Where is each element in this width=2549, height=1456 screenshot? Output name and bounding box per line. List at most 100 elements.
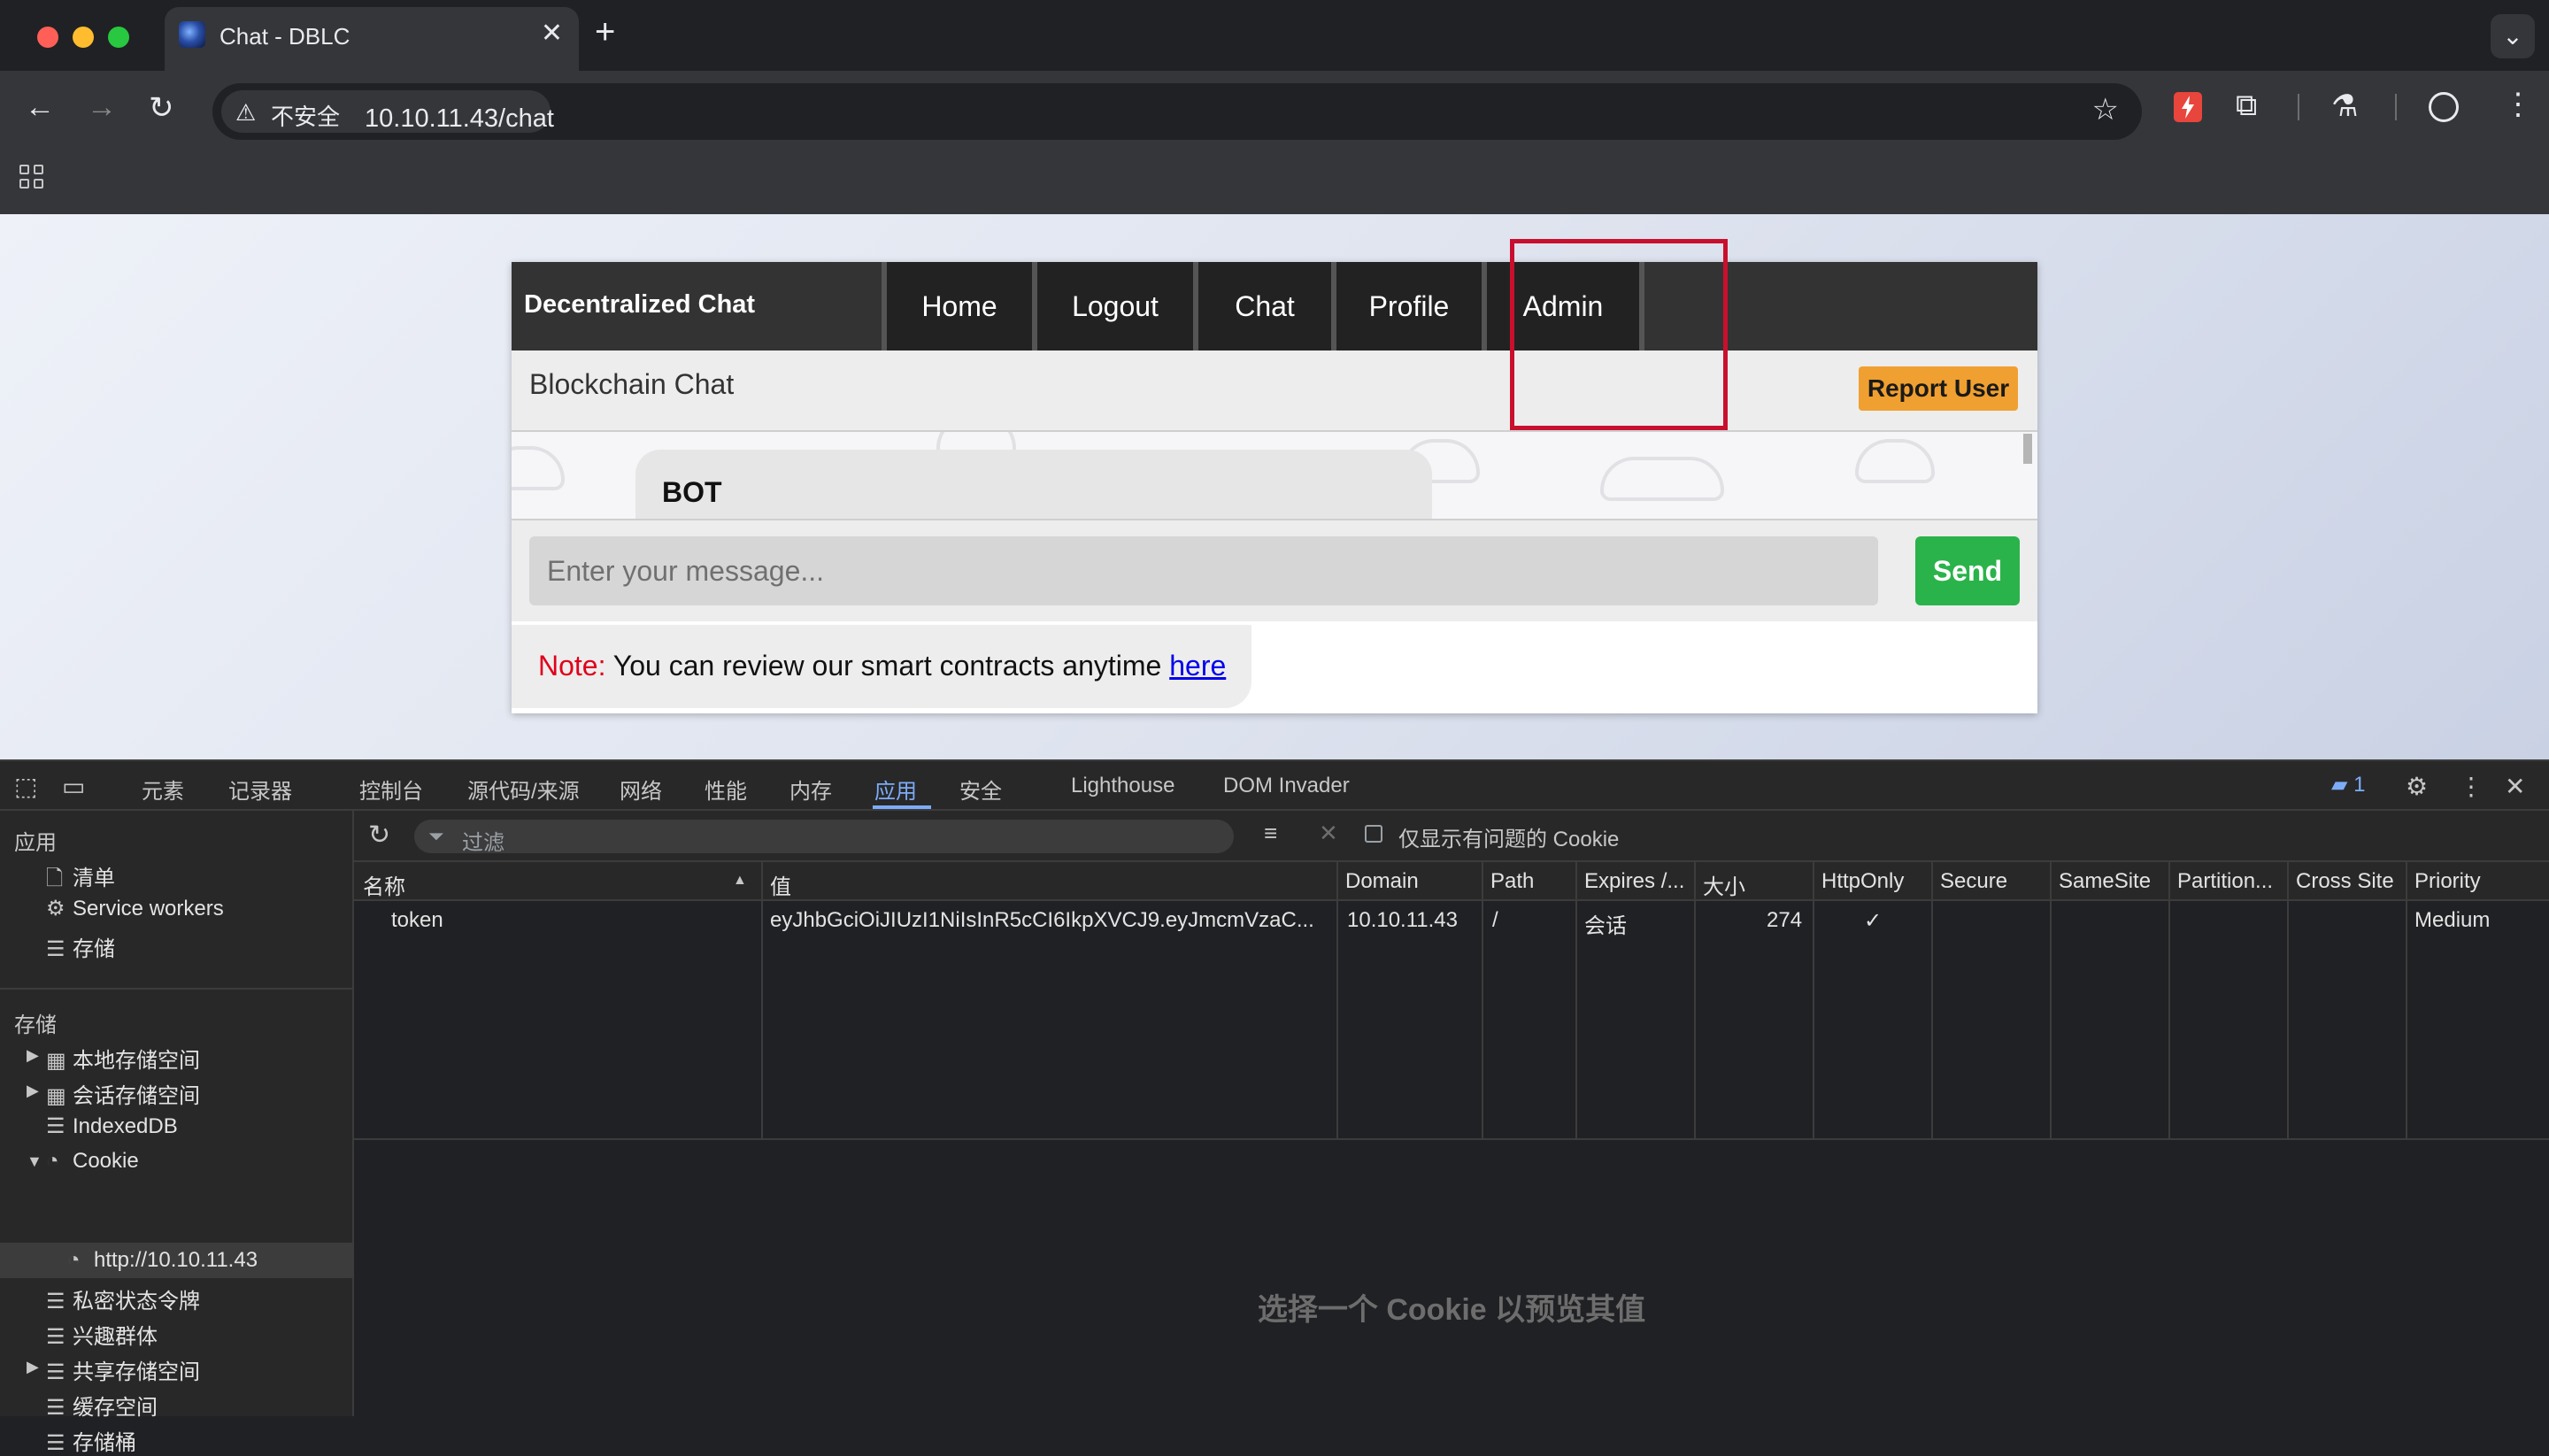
cookie-preview-message: 选择一个 Cookie 以预览其值 (1257, 1293, 1646, 1327)
expand-arrow-icon[interactable]: ▶ (27, 1358, 39, 1376)
sidebar-divider (0, 988, 352, 990)
database-icon: ☰ (46, 937, 65, 961)
nav-chat[interactable]: Chat (1198, 262, 1331, 351)
database-icon: ☰ (46, 1114, 65, 1138)
minimize-window-button[interactable] (73, 27, 94, 48)
extension-red-icon[interactable] (2174, 92, 2202, 122)
send-button[interactable]: Send (1915, 536, 2020, 605)
tab-search-button[interactable]: ⌄ (2491, 14, 2535, 58)
database-icon: ☰ (46, 1396, 65, 1420)
maximize-window-button[interactable] (108, 27, 129, 48)
tab-lighthouse[interactable]: Lighthouse (1071, 774, 1174, 798)
message-input[interactable]: Enter your message... (529, 536, 1878, 605)
sidebar-item-private-state-tokens[interactable]: ☰ 私密状态令牌 (46, 1283, 200, 1314)
tab-network[interactable]: 网络 (620, 774, 662, 805)
extensions-puzzle-icon[interactable]: ⧉ (2236, 89, 2257, 123)
labs-flask-icon[interactable]: ⚗ (2331, 89, 2358, 124)
col-expires[interactable]: Expires /... (1584, 869, 1684, 894)
refresh-icon[interactable]: ↻ (368, 820, 390, 851)
sidebar-item-service-workers[interactable]: ⚙ Service workers (46, 896, 224, 921)
tab-sources[interactable]: 源代码/来源 (467, 774, 580, 805)
apps-grid-icon[interactable] (19, 165, 48, 193)
sidebar-item-storage-overview[interactable]: ☰ 存储 (46, 931, 115, 962)
nav-home[interactable]: Home (887, 262, 1032, 351)
expand-arrow-icon[interactable]: ▶ (27, 1082, 39, 1100)
only-issues-label: 仅显示有问题的 Cookie (1398, 828, 1620, 851)
sidebar-item-cookie-origin[interactable]: ◔ http://10.10.11.43 (67, 1248, 258, 1273)
sidebar-item-shared-storage[interactable]: ☰ 共享存储空间 (46, 1354, 200, 1385)
tab-close-icon[interactable]: ✕ (541, 18, 563, 49)
cookie-expires: 会话 (1584, 914, 1627, 938)
more-menu-icon[interactable]: ⋮ (2503, 87, 2533, 122)
tab-console[interactable]: 控制台 (359, 774, 423, 805)
url-text[interactable]: 10.10.11.43/chat (365, 104, 554, 134)
col-path[interactable]: Path (1490, 869, 1534, 894)
new-tab-button[interactable]: + (595, 12, 615, 52)
message-input-row: Enter your message... Send (512, 520, 2037, 621)
delete-selected-icon[interactable]: ✕ (1319, 820, 1338, 847)
reload-icon[interactable]: ↻ (149, 90, 174, 126)
sidebar-item-indexeddb[interactable]: ☰ IndexedDB (46, 1113, 178, 1139)
table-icon: ▦ (46, 1049, 66, 1073)
issues-counter[interactable]: ▰ 1 (2331, 772, 2365, 797)
browser-tab[interactable]: Chat - DBLC ✕ (165, 7, 579, 71)
close-devtools-icon[interactable]: ✕ (2505, 772, 2525, 801)
nav-logout[interactable]: Logout (1037, 262, 1193, 351)
device-toolbar-icon[interactable]: ▭ (62, 772, 85, 801)
tab-performance[interactable]: 性能 (705, 774, 747, 805)
security-indicator[interactable]: ⚠ 不安全 10.10.11.43/chat (221, 90, 554, 134)
sidebar-heading-application: 应用 (14, 831, 57, 855)
back-icon[interactable]: ← (25, 90, 55, 125)
sidebar-item-manifest[interactable]: 🗋 清单 (46, 860, 115, 899)
only-issues-checkbox[interactable] (1365, 825, 1382, 843)
tab-memory[interactable]: 内存 (789, 774, 832, 805)
tab-elements[interactable]: 元素 (142, 774, 184, 805)
col-value[interactable]: 值 (770, 869, 791, 900)
col-domain[interactable]: Domain (1345, 869, 1419, 894)
col-partition[interactable]: Partition... (2177, 869, 2273, 894)
forward-icon[interactable]: → (87, 90, 117, 125)
tab-dom-invader[interactable]: DOM Invader (1223, 774, 1350, 798)
col-cross-site[interactable]: Cross Site (2296, 869, 2394, 894)
devtools-more-icon[interactable]: ⋮ (2459, 772, 2484, 801)
report-user-button[interactable]: Report User (1859, 366, 2018, 411)
contracts-link[interactable]: here (1169, 650, 1226, 682)
database-icon: ☰ (46, 1360, 65, 1384)
message-list[interactable]: BOT (512, 432, 2037, 520)
sidebar-item-local-storage[interactable]: ▦ 本地存储空间 (46, 1043, 200, 1074)
expand-arrow-icon[interactable]: ▶ (27, 1046, 39, 1065)
sidebar-item-cookie[interactable]: ◔ Cookie (46, 1149, 139, 1174)
active-tab-indicator (873, 805, 931, 809)
col-secure[interactable]: Secure (1940, 869, 2007, 894)
filter-input[interactable]: ⏷ 过滤 (414, 820, 1234, 855)
clear-all-cookies-icon[interactable]: ≡ (1264, 820, 1277, 847)
profile-avatar-icon[interactable] (2429, 92, 2459, 122)
col-name[interactable]: 名称 (363, 869, 405, 900)
nav-profile[interactable]: Profile (1336, 262, 1482, 351)
collapse-arrow-icon[interactable]: ▼ (27, 1152, 42, 1171)
close-window-button[interactable] (37, 27, 58, 48)
filter-icon: ⏷ (428, 825, 444, 847)
cookie-size: 274 (1767, 908, 1803, 932)
table-divider (354, 1138, 2549, 1140)
site-favicon-icon (179, 21, 205, 48)
hotdog-pattern-icon (1600, 457, 1724, 501)
sidebar-item-cache-storage[interactable]: ☰ 缓存空间 (46, 1390, 158, 1421)
messages-scrollbar[interactable] (2023, 434, 2032, 464)
sidebar-item-interest-groups[interactable]: ☰ 兴趣群体 (46, 1319, 158, 1350)
settings-gear-icon[interactable]: ⚙ (2406, 772, 2428, 801)
warning-icon: ⚠ (235, 99, 257, 126)
tab-application[interactable]: 应用 (874, 774, 917, 805)
bookmark-star-icon[interactable]: ☆ (2092, 92, 2119, 127)
col-size[interactable]: 大小 (1703, 869, 1745, 900)
tab-security[interactable]: 安全 (959, 774, 1002, 805)
tab-strip: Chat - DBLC ✕ + ⌄ (0, 0, 2549, 71)
inspect-element-icon[interactable]: ⬚ (14, 772, 37, 801)
sidebar-item-session-storage[interactable]: ▦ 会话存储空间 (46, 1078, 200, 1109)
col-samesite[interactable]: SameSite (2059, 869, 2151, 894)
address-bar[interactable]: ⚠ 不安全 10.10.11.43/chat ☆ (212, 83, 2142, 140)
sidebar-item-storage-buckets[interactable]: ☰ 存储桶 (46, 1425, 136, 1456)
col-httponly[interactable]: HttpOnly (1821, 869, 1904, 894)
col-priority[interactable]: Priority (2414, 869, 2481, 894)
tab-recorder[interactable]: 记录器 (228, 774, 292, 805)
